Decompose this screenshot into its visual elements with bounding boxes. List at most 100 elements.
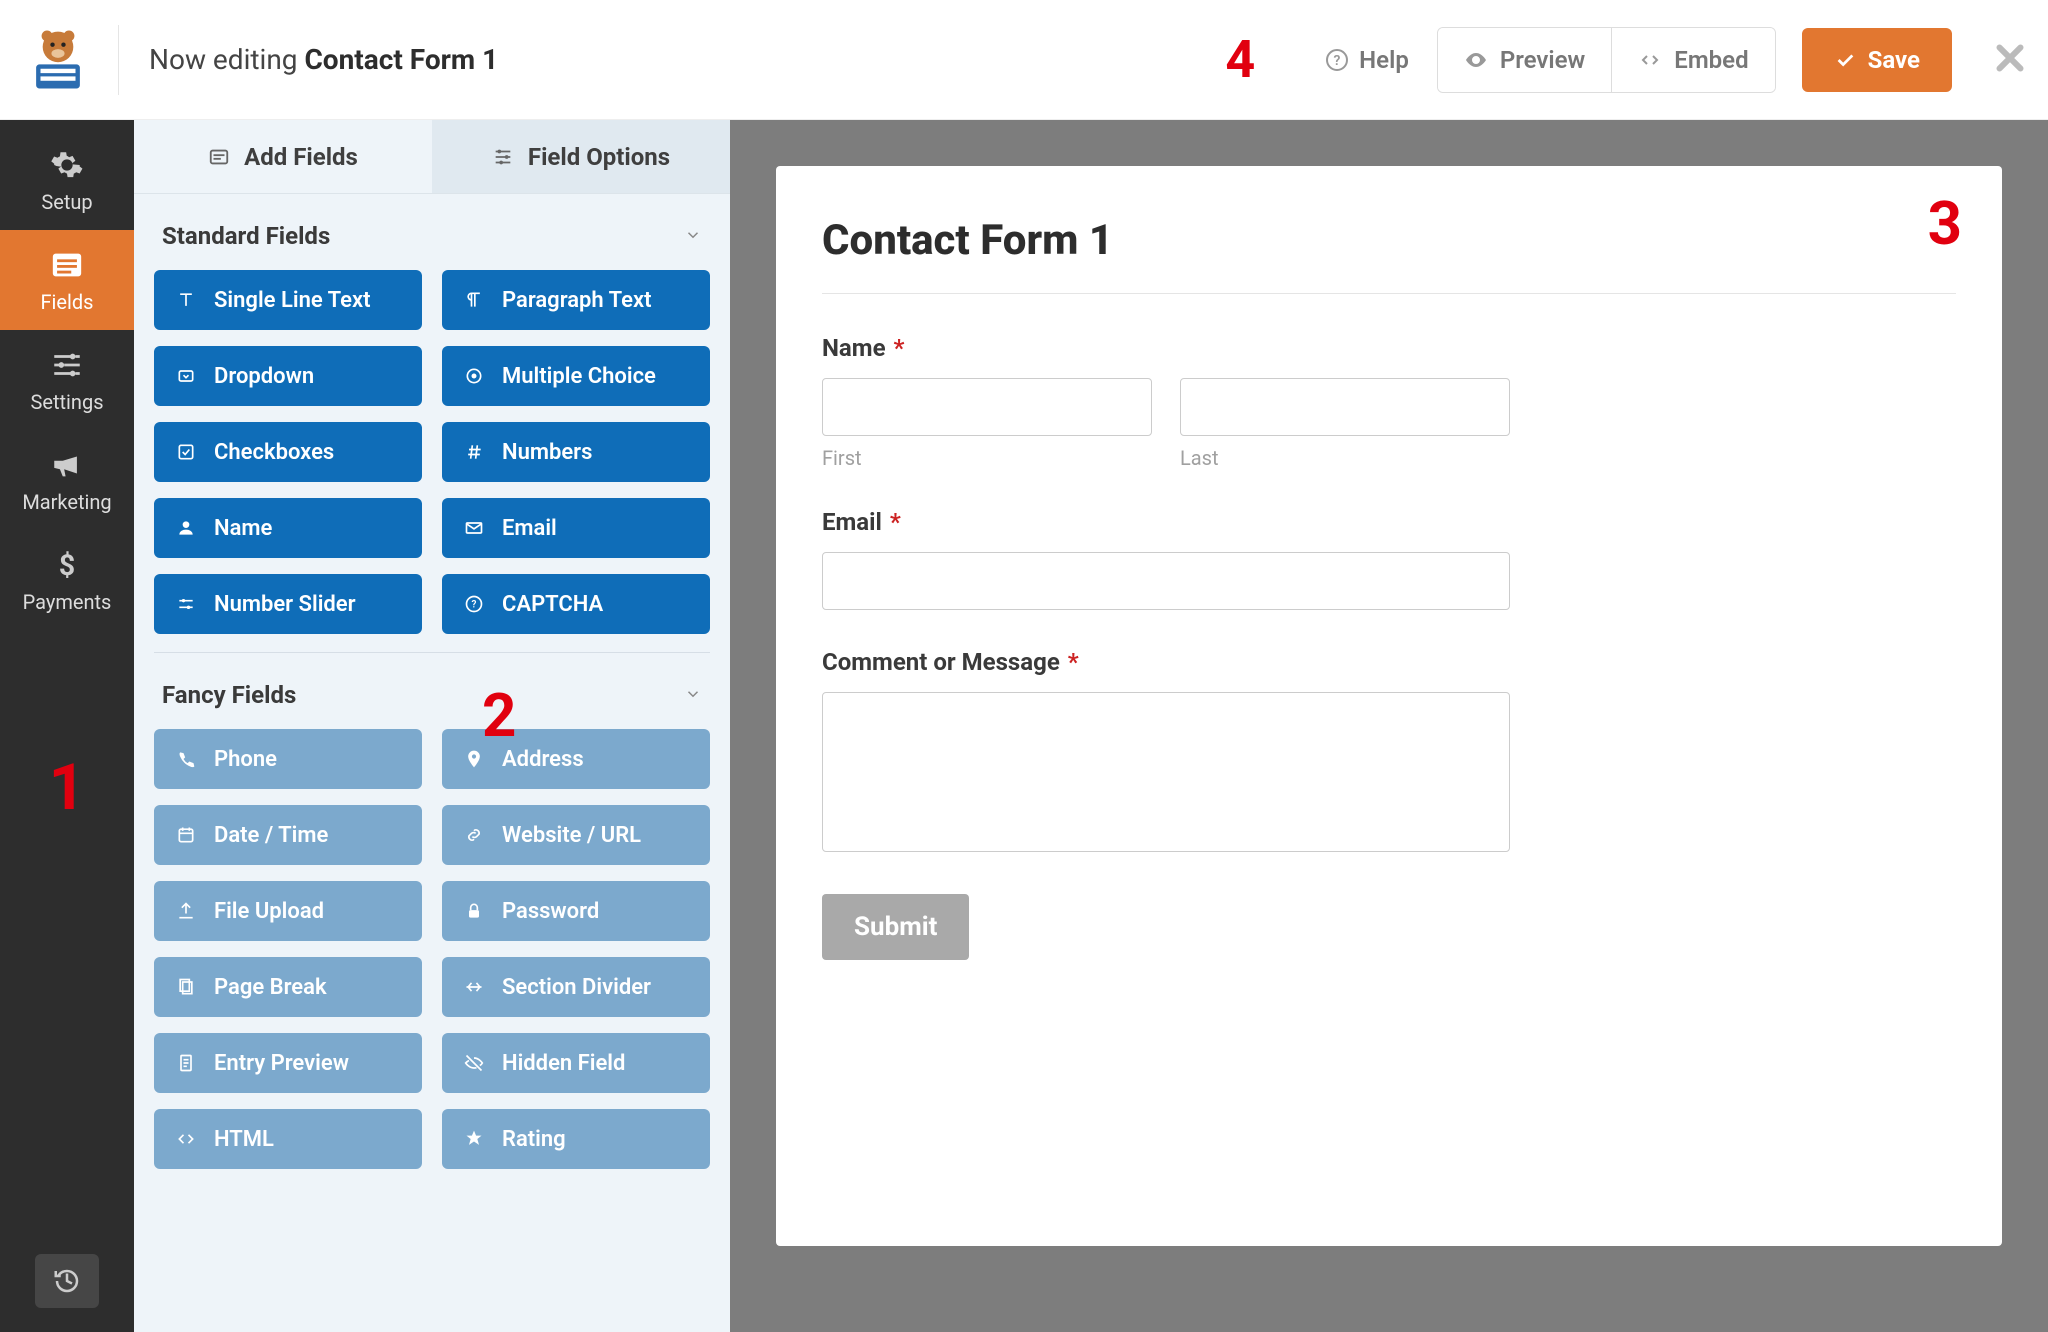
- field-number-slider[interactable]: Number Slider: [154, 574, 422, 634]
- divider-icon: [462, 977, 486, 997]
- first-sublabel: First: [822, 446, 1152, 470]
- field-name[interactable]: Name: [154, 498, 422, 558]
- field-dropdown[interactable]: Dropdown: [154, 346, 422, 406]
- radio-icon: [462, 366, 486, 386]
- svg-text:?: ?: [472, 599, 477, 610]
- field-label: Multiple Choice: [502, 364, 656, 389]
- last-name-input[interactable]: [1180, 378, 1510, 436]
- field-label: HTML: [214, 1127, 274, 1152]
- code-icon: [1638, 48, 1662, 72]
- section-standard-fields[interactable]: Standard Fields: [154, 194, 710, 270]
- nav-marketing[interactable]: Marketing: [0, 430, 134, 530]
- gear-icon: [50, 148, 84, 182]
- last-sublabel: Last: [1180, 446, 1510, 470]
- star-icon: [462, 1129, 486, 1149]
- field-section-divider[interactable]: Section Divider: [442, 957, 710, 1017]
- chevron-down-icon: [684, 681, 702, 709]
- sliders-icon: [50, 348, 84, 382]
- field-hidden-field[interactable]: Hidden Field: [442, 1033, 710, 1093]
- field-label: Section Divider: [502, 975, 651, 1000]
- phone-icon: [174, 749, 198, 769]
- nav-payments-label: Payments: [23, 590, 112, 614]
- field-entry-preview[interactable]: Entry Preview: [154, 1033, 422, 1093]
- topbar: Now editing Contact Form 1 4 ? Help Prev…: [0, 0, 2048, 120]
- checkbox-icon: [174, 442, 198, 462]
- history-button[interactable]: [35, 1254, 99, 1308]
- editing-title: Contact Form 1: [304, 43, 498, 76]
- email-input[interactable]: [822, 552, 1510, 610]
- field-date-time[interactable]: Date / Time: [154, 805, 422, 865]
- submit-button[interactable]: Submit: [822, 894, 969, 960]
- field-label: Website / URL: [502, 823, 641, 848]
- nav-settings[interactable]: Settings: [0, 330, 134, 430]
- field-multiple-choice[interactable]: Multiple Choice: [442, 346, 710, 406]
- field-page-break[interactable]: Page Break: [154, 957, 422, 1017]
- list-icon: [50, 248, 84, 282]
- nav-marketing-label: Marketing: [22, 490, 111, 514]
- tab-options-label: Field Options: [528, 143, 670, 171]
- preview-area: 3 Contact Form 1 Name * First: [730, 120, 2048, 1332]
- embed-button[interactable]: Embed: [1611, 28, 1774, 92]
- field-html[interactable]: HTML: [154, 1109, 422, 1169]
- preview-embed-group: Preview Embed: [1437, 27, 1776, 93]
- annotation-4: 4: [1225, 29, 1255, 90]
- tab-add-fields[interactable]: Add Fields: [134, 120, 432, 193]
- text-icon: [174, 290, 198, 310]
- submit-label: Submit: [854, 912, 937, 942]
- editing-label: Now editing Contact Form 1: [149, 43, 498, 76]
- field-paragraph-text[interactable]: Paragraph Text: [442, 270, 710, 330]
- field-website-url[interactable]: Website / URL: [442, 805, 710, 865]
- svg-text:?: ?: [1334, 53, 1341, 69]
- field-label: Single Line Text: [214, 288, 371, 313]
- save-label: Save: [1868, 46, 1920, 74]
- form-title: Contact Form 1: [822, 216, 1956, 294]
- user-icon: [174, 518, 198, 538]
- bullhorn-icon: [50, 448, 84, 482]
- save-button[interactable]: Save: [1802, 28, 1952, 92]
- svg-text:$: $: [59, 549, 75, 582]
- eye-off-icon: [462, 1053, 486, 1073]
- field-phone[interactable]: Phone: [154, 729, 422, 789]
- field-label: Phone: [214, 747, 277, 772]
- form-icon: [208, 146, 230, 168]
- field-single-line-text[interactable]: Single Line Text: [154, 270, 422, 330]
- field-label: Number Slider: [214, 592, 356, 617]
- nav-setup[interactable]: Setup: [0, 130, 134, 230]
- first-name-input[interactable]: [822, 378, 1152, 436]
- standard-fields-grid: Single Line Text Paragraph Text Dropdown…: [154, 270, 710, 634]
- help-link[interactable]: ? Help: [1325, 46, 1409, 74]
- field-name: Name * First Last: [822, 334, 1510, 470]
- field-numbers[interactable]: Numbers: [442, 422, 710, 482]
- comment-textarea[interactable]: [822, 692, 1510, 852]
- dollar-icon: $: [50, 548, 84, 582]
- annotation-2: 2: [482, 680, 516, 751]
- paragraph-icon: [462, 290, 486, 310]
- required-asterisk: *: [890, 508, 901, 536]
- upload-icon: [174, 901, 198, 921]
- envelope-icon: [462, 518, 486, 538]
- document-icon: [174, 1053, 198, 1073]
- nav-fields[interactable]: Fields: [0, 230, 134, 330]
- field-label: Hidden Field: [502, 1051, 625, 1076]
- fields-panel: Add Fields Field Options Standard Fields…: [134, 120, 730, 1332]
- field-email[interactable]: Email: [442, 498, 710, 558]
- tab-field-options[interactable]: Field Options: [432, 120, 730, 193]
- pages-icon: [174, 977, 198, 997]
- history-icon: [52, 1266, 82, 1296]
- tab-add-label: Add Fields: [244, 143, 358, 171]
- nav-payments[interactable]: $ Payments: [0, 530, 134, 630]
- field-password[interactable]: Password: [442, 881, 710, 941]
- preview-button[interactable]: Preview: [1438, 28, 1611, 92]
- calendar-icon: [174, 825, 198, 845]
- nav-settings-label: Settings: [30, 390, 103, 414]
- editing-prefix: Now editing: [149, 43, 304, 76]
- section-standard-label: Standard Fields: [162, 222, 330, 250]
- field-file-upload[interactable]: File Upload: [154, 881, 422, 941]
- field-captcha[interactable]: ?CAPTCHA: [442, 574, 710, 634]
- field-rating[interactable]: Rating: [442, 1109, 710, 1169]
- section-fancy-fields[interactable]: Fancy Fields: [154, 652, 710, 729]
- field-label: Numbers: [502, 440, 592, 465]
- form-card: 3 Contact Form 1 Name * First: [776, 166, 2002, 1246]
- close-button[interactable]: [1992, 40, 2028, 80]
- field-checkboxes[interactable]: Checkboxes: [154, 422, 422, 482]
